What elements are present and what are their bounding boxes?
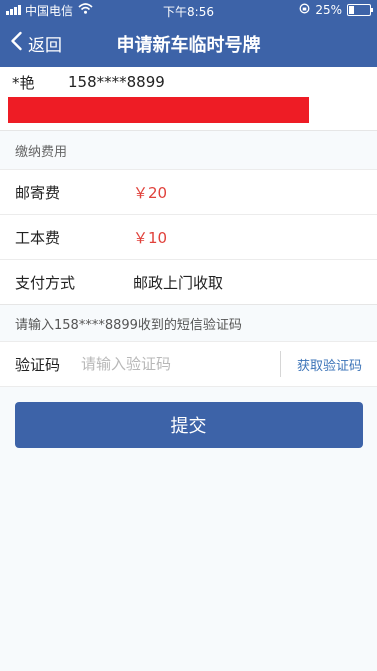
fee-section-title: 缴纳费用 [0,130,377,169]
battery-icon [347,4,373,16]
vehicle-card: *艳 158****8899 [0,67,377,130]
sms-hint: 请输入158****8899收到的短信验证码 [0,304,377,341]
status-time: 下午8:56 [163,5,214,19]
status-bar: 中国电信 下午8:56 25% [0,0,377,20]
divider [279,351,281,377]
verification-code-label: 验证码 [15,355,61,374]
chevron-left-icon [10,31,23,56]
production-fee-value: ￥10 [133,228,168,247]
postage-fee-value: ￥20 [133,183,168,202]
payment-method-label: 支付方式 [15,273,76,292]
phone-text: 158****8899 [68,73,165,91]
payment-method-row: 支付方式 邮政上门收取 [0,259,377,304]
payment-method-value: 邮政上门收取 [133,273,224,292]
redacted-bar [8,97,309,123]
verification-code-row: 验证码 获取验证码 [0,341,377,387]
back-label: 返回 [28,36,62,56]
production-fee-row: 工本费 ￥10 [0,214,377,259]
back-button[interactable]: 返回 [0,31,62,56]
navigation-bar: 返回 申请新车临时号牌 [0,20,377,67]
postage-fee-row: 邮寄费 ￥20 [0,169,377,214]
submit-button[interactable]: 提交 [14,402,363,448]
header: 中国电信 下午8:56 25% 返回 申请新车临时号牌 [0,0,377,67]
get-code-button[interactable]: 获取验证码 [297,355,377,374]
verification-code-input[interactable] [81,355,280,373]
plate-text: *艳 [12,73,35,92]
plate-row: *艳 158****8899 [0,67,377,97]
production-fee-label: 工本费 [15,228,61,247]
postage-fee-label: 邮寄费 [15,183,61,202]
